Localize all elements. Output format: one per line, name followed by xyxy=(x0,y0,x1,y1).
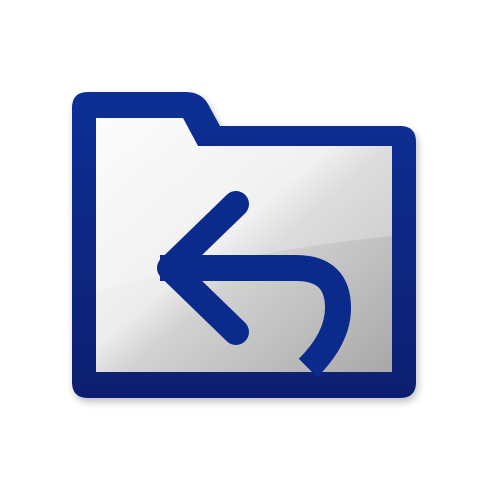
folder-back-arrow-icon xyxy=(72,92,416,398)
icon-canvas xyxy=(0,0,500,500)
